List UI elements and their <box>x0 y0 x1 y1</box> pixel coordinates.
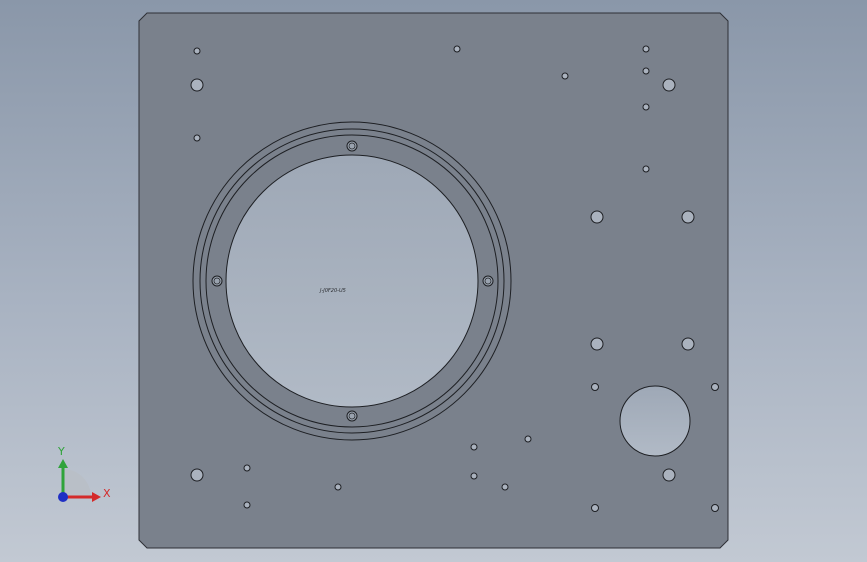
bolt-hole-right[interactable] <box>482 275 494 287</box>
mounting-hole[interactable] <box>662 78 676 92</box>
coordinate-triad: X Y <box>57 445 111 502</box>
mounting-hole[interactable] <box>190 468 204 482</box>
mounting-hole[interactable] <box>501 483 509 491</box>
mounting-hole[interactable] <box>334 483 342 491</box>
mounting-hole[interactable] <box>662 468 676 482</box>
mounting-hole[interactable] <box>243 501 251 509</box>
mounting-hole[interactable] <box>642 45 650 53</box>
mounting-hole[interactable] <box>590 337 604 351</box>
cad-viewport[interactable]: J-J0F20-U5 X Y <box>0 0 867 562</box>
mounting-hole[interactable] <box>642 165 650 173</box>
mounting-hole[interactable] <box>243 464 251 472</box>
mounting-hole[interactable] <box>591 504 599 512</box>
mounting-hole[interactable] <box>190 78 204 92</box>
cad-scene[interactable]: J-J0F20-U5 X Y <box>0 0 867 562</box>
mounting-hole[interactable] <box>524 435 532 443</box>
bolt-hole-left[interactable] <box>211 275 223 287</box>
mounting-hole[interactable] <box>561 72 569 80</box>
mounting-hole[interactable] <box>590 210 604 224</box>
mounting-hole[interactable] <box>453 45 461 53</box>
mounting-hole[interactable] <box>711 383 719 391</box>
mounting-hole[interactable] <box>470 443 478 451</box>
bolt-hole-top[interactable] <box>346 140 358 152</box>
mounting-hole[interactable] <box>470 472 478 480</box>
mounting-hole[interactable] <box>681 210 695 224</box>
z-axis-dot <box>58 492 68 502</box>
mounting-hole[interactable] <box>591 383 599 391</box>
mounting-hole[interactable] <box>193 134 201 142</box>
x-axis-arrowhead <box>92 492 101 502</box>
y-axis-label: Y <box>57 445 65 458</box>
mounting-hole[interactable] <box>642 67 650 75</box>
bolt-hole-bottom[interactable] <box>346 410 358 422</box>
secondary-bore[interactable] <box>619 385 691 457</box>
triad-plane-wedge <box>63 469 91 497</box>
mounting-hole[interactable] <box>711 504 719 512</box>
mounting-hole[interactable] <box>193 47 201 55</box>
y-axis-arrowhead <box>58 459 68 468</box>
mounting-hole[interactable] <box>681 337 695 351</box>
bore-center-label: J-J0F20-U5 <box>319 288 346 294</box>
mounting-hole[interactable] <box>642 103 650 111</box>
bore-opening <box>225 154 479 408</box>
x-axis-label: X <box>103 487 111 500</box>
